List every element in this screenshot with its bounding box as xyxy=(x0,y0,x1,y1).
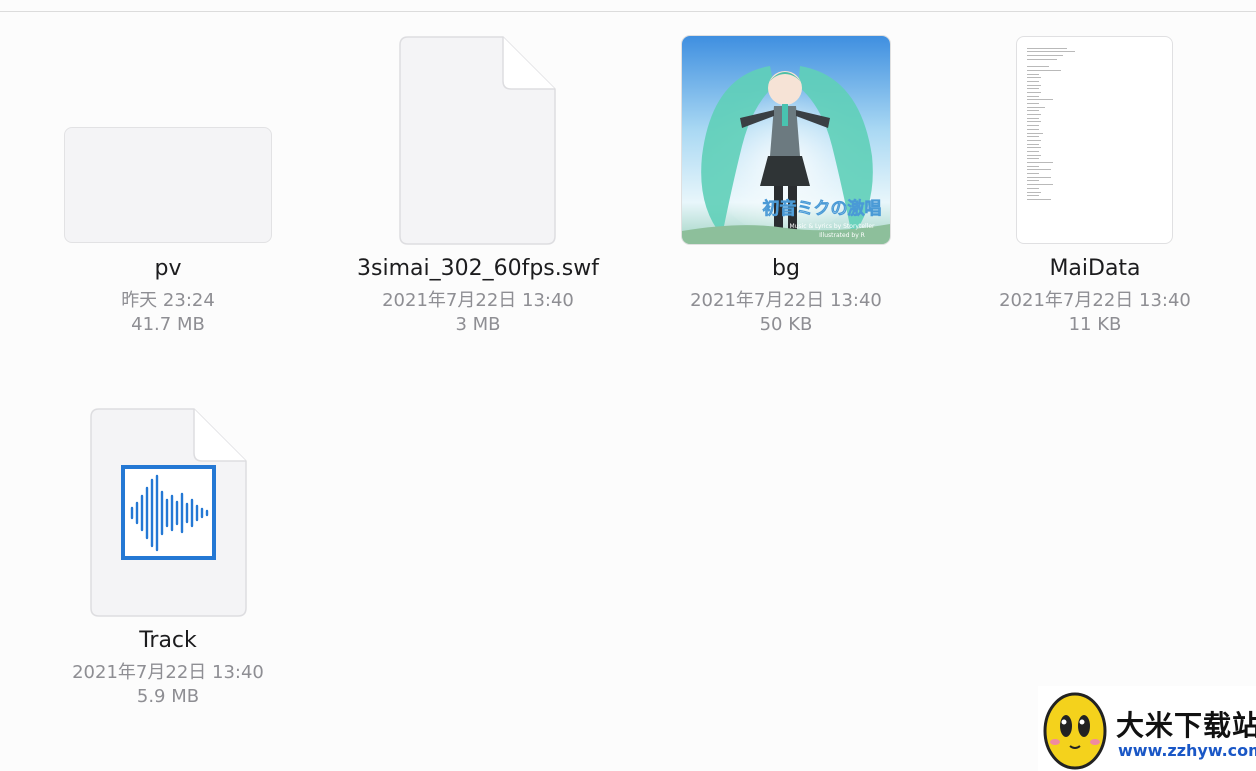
file-size: 50 KB xyxy=(759,314,813,335)
file-name: pv xyxy=(154,256,182,281)
folder-icon[interactable] xyxy=(64,127,272,243)
file-size: 5.9 MB xyxy=(136,686,200,707)
file-name: MaiData xyxy=(1049,256,1141,281)
file-date: 2021年7月22日 13:40 xyxy=(690,290,882,311)
thumbnail-credit-music: Music & Lyrics by Storyteller xyxy=(789,223,875,230)
file-name: 3simai_302_60fps.swf xyxy=(357,256,599,281)
file-size: 41.7 MB xyxy=(131,314,205,335)
file-date: 2021年7月22日 13:40 xyxy=(382,290,574,311)
file-name: Track xyxy=(139,628,197,653)
file-date: 2021年7月22日 13:40 xyxy=(72,662,264,683)
file-size: 3 MB xyxy=(455,314,501,335)
image-thumbnail[interactable]: 初音ミクの激唱 Music & Lyrics by Storyteller Il… xyxy=(682,36,890,244)
file-date: 2021年7月22日 13:40 xyxy=(999,290,1191,311)
file-name: bg xyxy=(772,256,800,281)
watermark-logo: 大米下载站 www.zzhyw.com xyxy=(1038,686,1256,771)
thumbnail-title: 初音ミクの激唱 xyxy=(763,198,882,219)
watermark-url: www.zzhyw.com xyxy=(1118,741,1256,760)
document-icon[interactable] xyxy=(399,36,557,246)
audio-waveform-icon[interactable] xyxy=(90,408,248,618)
file-date: 昨天 23:24 xyxy=(121,290,215,311)
egg-mascot-icon xyxy=(1043,692,1107,770)
watermark-brand: 大米下载站 xyxy=(1116,709,1256,742)
toolbar-divider xyxy=(0,0,1256,12)
text-document-icon[interactable] xyxy=(1016,36,1173,244)
thumbnail-credit-illustration: Illustrated by R xyxy=(819,232,865,239)
file-size: 11 KB xyxy=(1068,314,1122,335)
